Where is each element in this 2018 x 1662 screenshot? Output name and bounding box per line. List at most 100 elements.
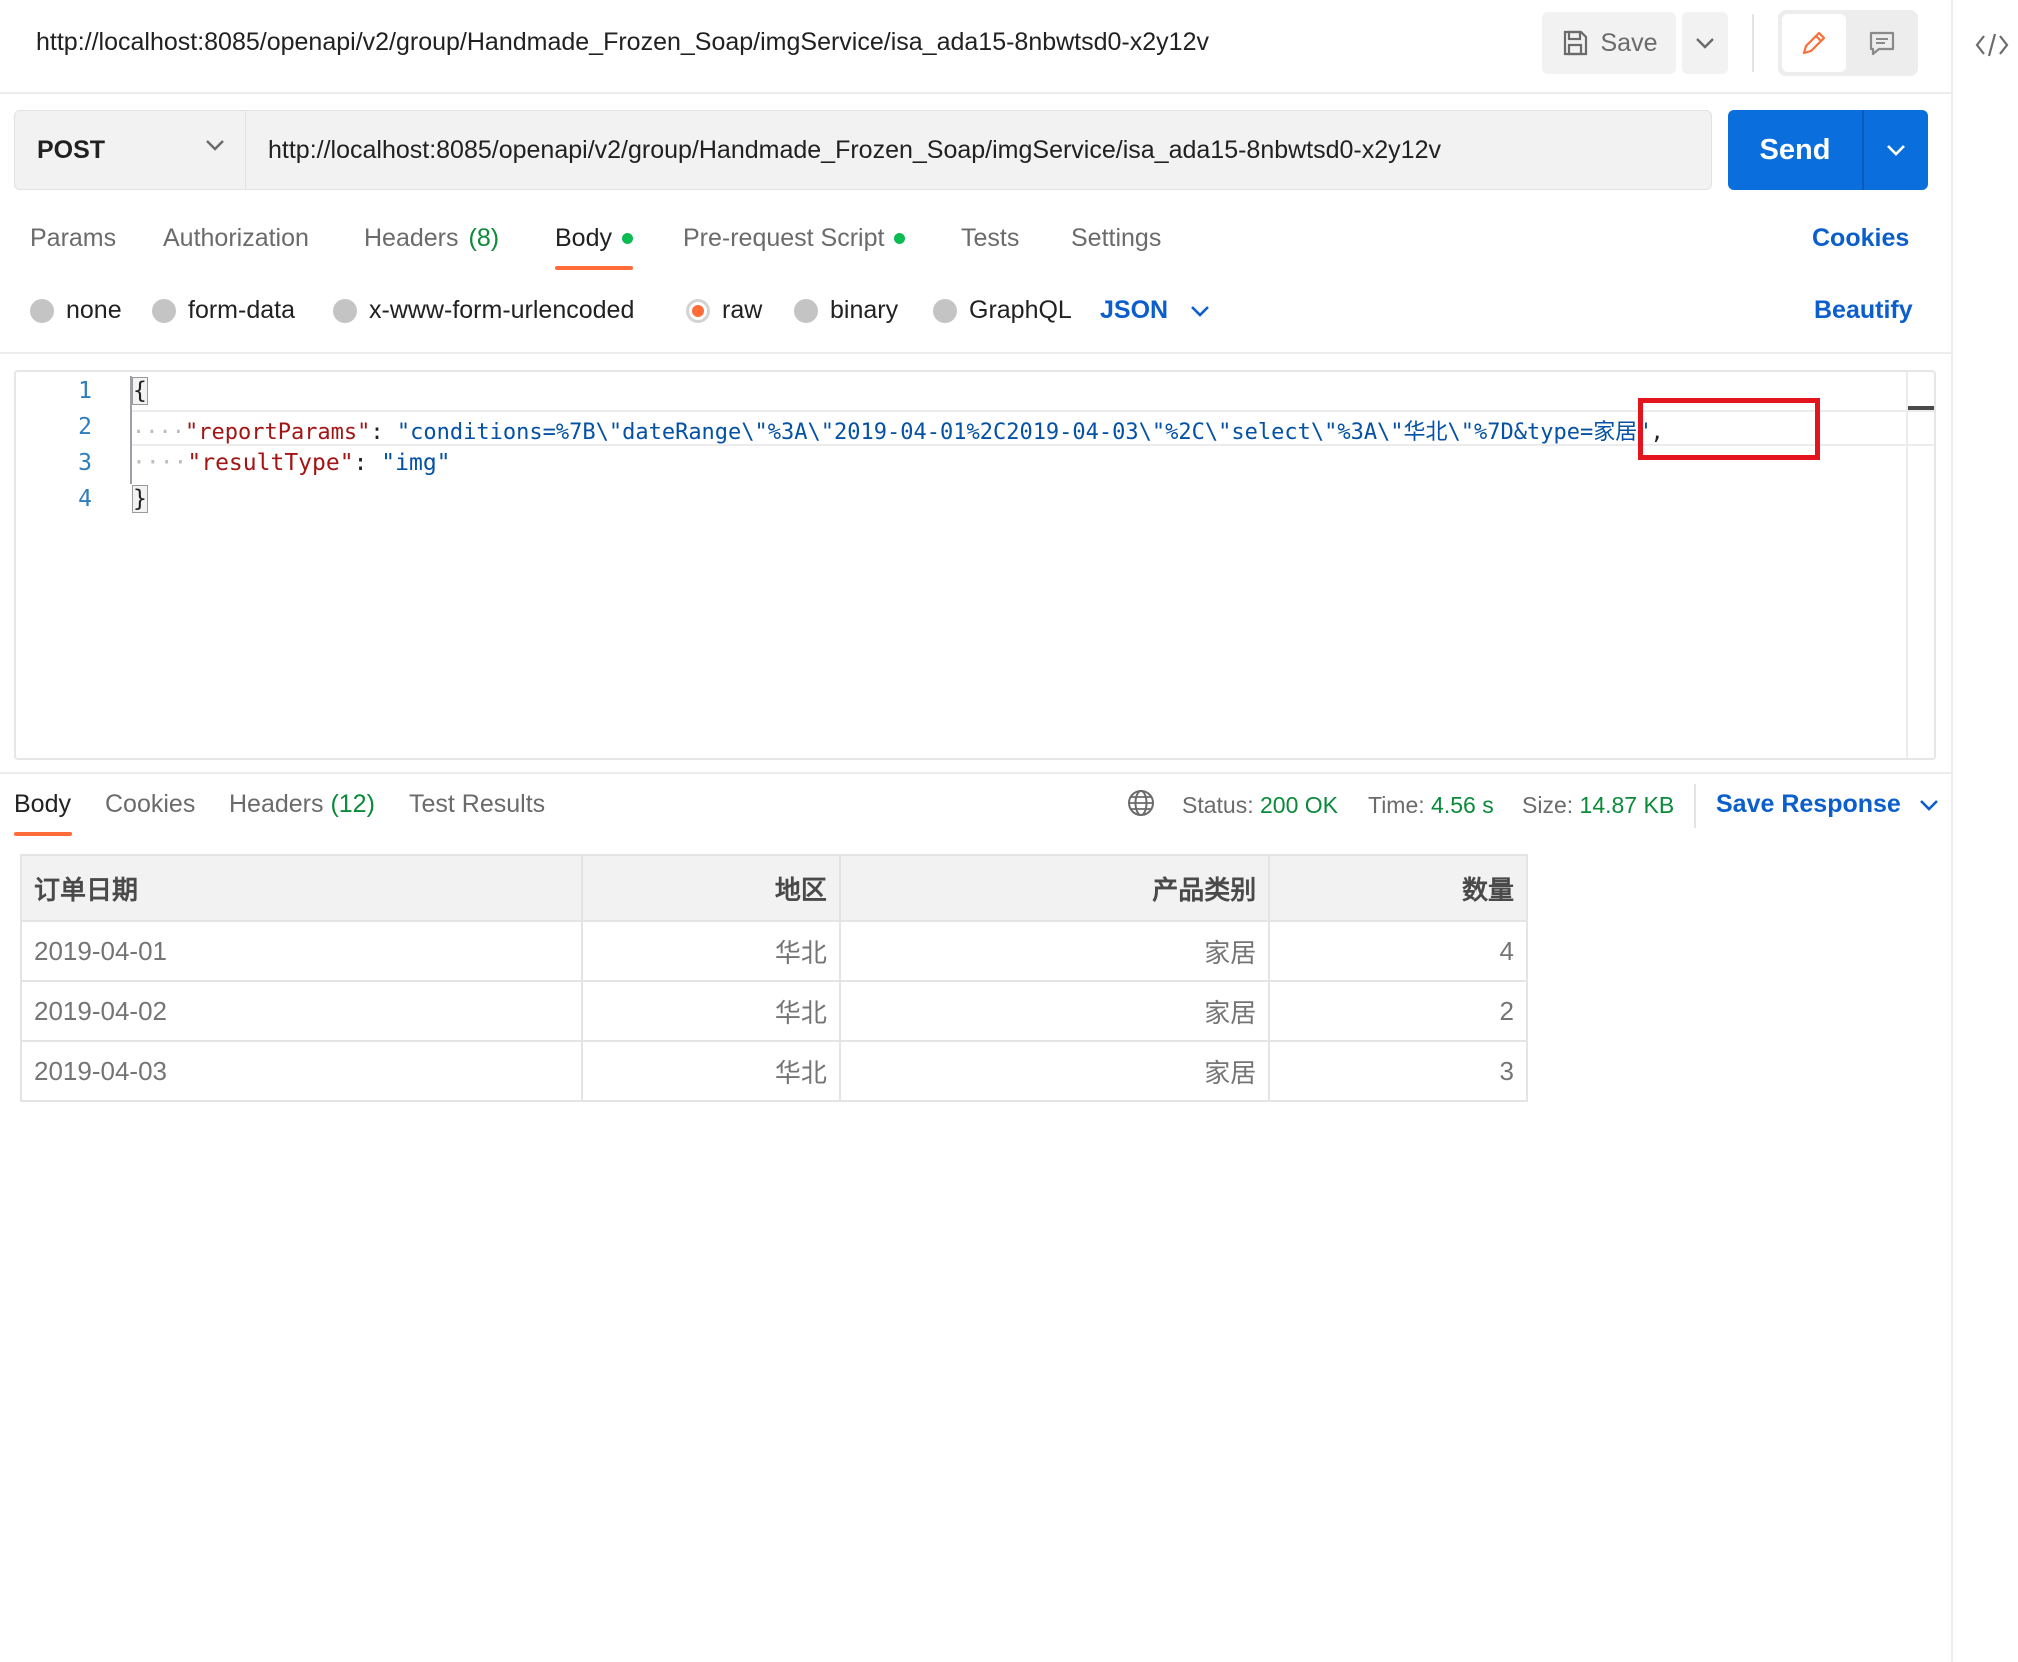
body-type-form-data[interactable]: form-data — [152, 296, 295, 325]
beautify-button[interactable]: Beautify — [1814, 296, 1913, 325]
table-cell: 2019-04-01 — [19, 920, 584, 982]
panel-divider[interactable] — [0, 772, 1951, 774]
save-button[interactable]: Save — [1542, 12, 1676, 74]
table-row: 2019-04-02 华北 家居 2 — [19, 980, 1528, 1042]
editor-scrollbar[interactable] — [1906, 372, 1934, 758]
request-title[interactable]: http://localhost:8085/openapi/v2/group/H… — [36, 28, 1209, 57]
response-tab-headers[interactable]: Headers (12) — [229, 790, 375, 819]
table-header-row: 订单日期 地区 产品类别 数量 — [19, 854, 1528, 922]
time-value: 4.56 s — [1431, 792, 1494, 818]
close-brace: } — [132, 485, 148, 513]
body-type-none[interactable]: none — [30, 296, 122, 325]
line-number: 3 — [78, 450, 92, 476]
size-label: Size: — [1522, 792, 1574, 818]
table-cell: 2019-04-02 — [19, 980, 584, 1042]
result-table: 订单日期 地区 产品类别 数量 2019-04-01 华北 家居 4 2019-… — [19, 854, 1528, 1102]
tab-prerequest-label: Pre-request Script — [683, 224, 885, 252]
tab-headers-label: Headers — [364, 224, 459, 252]
floppy-disk-icon — [1563, 30, 1587, 56]
radio-none-label: none — [66, 296, 122, 324]
code-line-3: ····"resultType": "img" — [132, 450, 451, 476]
raw-format-select[interactable]: JSON — [1100, 296, 1210, 325]
table-cell: 家居 — [838, 920, 1271, 982]
comments-button[interactable] — [1850, 14, 1914, 72]
editor-scrollbar-thumb[interactable] — [1908, 406, 1934, 410]
status-label: Status: — [1182, 792, 1254, 818]
radio-urlencoded[interactable] — [333, 298, 357, 323]
line-number: 1 — [78, 378, 92, 404]
code-snippet-button[interactable] — [1975, 30, 2009, 65]
save-response-button[interactable]: Save Response — [1716, 790, 1939, 819]
body-type-urlencoded[interactable]: x-www-form-urlencoded — [333, 296, 634, 325]
code-icon — [1975, 33, 2009, 57]
time-label: Time: — [1368, 792, 1425, 818]
url-input[interactable]: http://localhost:8085/openapi/v2/group/H… — [246, 110, 1712, 190]
response-tab-test-results-label: Test Results — [409, 790, 546, 818]
body-type-graphql[interactable]: GraphQL — [933, 296, 1072, 325]
response-time[interactable]: Time: 4.56 s — [1368, 792, 1494, 819]
comment-icon — [1869, 31, 1895, 56]
request-header: http://localhost:8085/openapi/v2/group/H… — [0, 0, 1951, 94]
tab-prerequest-script[interactable]: Pre-request Script — [683, 224, 906, 253]
response-status[interactable]: Status: 200 OK — [1182, 792, 1338, 819]
response-tab-cookies[interactable]: Cookies — [105, 790, 195, 819]
status-value: 200 OK — [1260, 792, 1338, 818]
tab-params[interactable]: Params — [30, 224, 116, 253]
chevron-down-icon — [1191, 305, 1210, 317]
save-label: Save — [1600, 28, 1658, 57]
radio-none[interactable] — [30, 298, 54, 323]
edit-mode-button[interactable] — [1782, 14, 1846, 72]
method-select[interactable]: POST — [14, 110, 246, 190]
radio-graphql-label: GraphQL — [969, 296, 1072, 324]
radio-graphql[interactable] — [933, 298, 957, 323]
tab-headers-count: (8) — [468, 224, 500, 252]
body-type-binary[interactable]: binary — [794, 296, 898, 325]
indent-dots: ···· — [132, 420, 185, 445]
json-key-reportparams: "reportParams" — [184, 420, 371, 445]
radio-raw[interactable] — [686, 298, 710, 323]
tab-headers[interactable]: Headers (8) — [364, 224, 499, 253]
tab-tests[interactable]: Tests — [961, 224, 1019, 253]
status-divider — [1694, 784, 1696, 828]
modified-dot — [894, 233, 906, 244]
column-header-order-date: 订单日期 — [19, 854, 584, 922]
body-type-raw[interactable]: raw — [686, 296, 762, 325]
raw-format-label: JSON — [1100, 296, 1169, 324]
save-options-button[interactable] — [1682, 12, 1728, 74]
response-tab-body[interactable]: Body — [14, 790, 71, 819]
json-value-reportparams: "conditions=%7B\"dateRange\"%3A\"2019-04… — [396, 420, 1651, 445]
line-number: 4 — [78, 486, 92, 512]
globe-icon — [1128, 790, 1154, 816]
tab-body-label: Body — [555, 224, 612, 252]
response-tab-headers-count: (12) — [330, 790, 375, 818]
tab-settings[interactable]: Settings — [1071, 224, 1161, 253]
response-tab-test-results[interactable]: Test Results — [409, 790, 545, 819]
radio-binary[interactable] — [794, 298, 818, 323]
chevron-down-icon — [1696, 38, 1714, 49]
save-response-label: Save Response — [1716, 790, 1901, 818]
column-header-product-category: 产品类别 — [838, 854, 1271, 922]
network-info-button[interactable] — [1126, 788, 1156, 823]
body-editor[interactable]: 1 2 3 4 { ····"reportParams": "condition… — [14, 370, 1936, 760]
send-button[interactable]: Send — [1728, 110, 1862, 190]
tab-body[interactable]: Body — [555, 224, 633, 253]
line-number: 2 — [78, 414, 92, 440]
radio-form-data[interactable] — [152, 298, 176, 323]
chevron-down-icon — [206, 140, 224, 151]
table-row: 2019-04-01 华北 家居 4 — [19, 920, 1528, 982]
tab-settings-label: Settings — [1071, 224, 1162, 252]
section-divider — [0, 352, 1951, 354]
json-key-resulttype: "resultType" — [187, 450, 354, 476]
table-cell: 2019-04-03 — [19, 1040, 584, 1102]
code-line-1: { — [132, 377, 148, 405]
tab-authorization[interactable]: Authorization — [163, 224, 309, 253]
annotation-highlight-box — [1638, 398, 1820, 460]
tab-params-label: Params — [30, 224, 117, 252]
tab-authorization-label: Authorization — [163, 224, 309, 252]
cookies-link[interactable]: Cookies — [1812, 224, 1909, 253]
tab-tests-label: Tests — [961, 224, 1020, 252]
json-value-resulttype: "img" — [381, 450, 451, 476]
response-tab-body-label: Body — [14, 790, 71, 818]
send-options-button[interactable] — [1864, 110, 1928, 190]
response-size[interactable]: Size: 14.87 KB — [1522, 792, 1674, 819]
